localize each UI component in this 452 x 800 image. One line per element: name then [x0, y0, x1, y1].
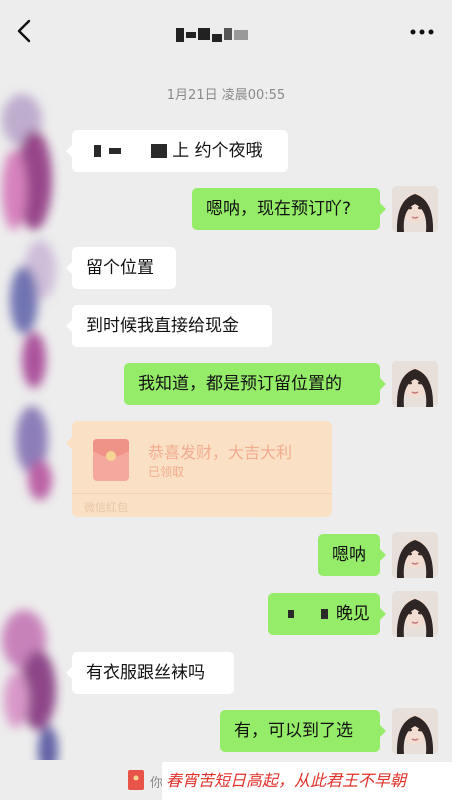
top-bar: [0, 0, 452, 62]
message-text: 嗯呐: [332, 545, 366, 565]
message-text: 我知道，都是预订留位置的: [138, 374, 342, 394]
message-text: 嗯呐，现在预订吖?: [206, 199, 352, 219]
message-bubble-outgoing[interactable]: 我知道，都是预订留位置的: [124, 363, 386, 405]
chevron-left-icon[interactable]: [14, 18, 36, 44]
redacted-text: [94, 145, 101, 157]
contact-avatar-blurred: [2, 94, 58, 774]
user-avatar[interactable]: [392, 361, 438, 407]
message-bubble-incoming[interactable]: 到时候我直接给现金: [66, 305, 272, 347]
message-text: 有衣服跟丝袜吗: [86, 663, 205, 683]
red-envelope-icon: [93, 439, 129, 481]
message-text: 留个位置: [86, 258, 154, 278]
red-packet-footer: 微信红包: [84, 501, 128, 514]
message-bubble-outgoing[interactable]: 嗯呐，现在预订吖?: [192, 188, 386, 230]
more-horizontal-icon[interactable]: [410, 28, 434, 36]
user-avatar[interactable]: [392, 591, 438, 637]
message-bubble-outgoing[interactable]: 晚见: [268, 593, 386, 635]
message-text: 晚见: [335, 604, 370, 624]
red-envelope-icon: [128, 770, 144, 790]
redacted-text: [150, 144, 167, 158]
user-avatar[interactable]: [392, 532, 438, 578]
chat-title-redacted: [176, 26, 250, 44]
message-bubble-incoming[interactable]: 有衣服跟丝袜吗: [66, 652, 234, 694]
user-avatar[interactable]: [392, 186, 438, 232]
redacted-text: [109, 148, 122, 154]
message-text: 上 约个夜哦: [172, 141, 263, 161]
message-bubble-incoming[interactable]: 上 约个夜哦: [66, 130, 288, 172]
message-bubble-incoming[interactable]: 留个位置: [66, 247, 176, 289]
message-text: 到时候我直接给现金: [86, 316, 239, 336]
watermark-text: 春宵苦短日高起，从此君王不早朝: [162, 762, 452, 800]
message-bubble-outgoing[interactable]: 嗯呐: [318, 534, 386, 576]
message-text: 有，可以到了选: [234, 721, 353, 741]
message-timestamp: 1月21日 凌晨00:55: [166, 88, 286, 103]
redacted-text: [288, 610, 294, 618]
red-packet-card[interactable]: 恭喜发财，大吉大利 已领取 微信红包: [66, 421, 332, 517]
red-packet-title: 恭喜发财，大吉大利: [148, 443, 293, 462]
redacted-text: [321, 609, 329, 619]
message-bubble-outgoing[interactable]: 有，可以到了选: [220, 710, 386, 752]
red-packet-divider: [72, 493, 332, 494]
user-avatar[interactable]: [392, 708, 438, 754]
red-packet-status: 已领取: [148, 465, 185, 479]
